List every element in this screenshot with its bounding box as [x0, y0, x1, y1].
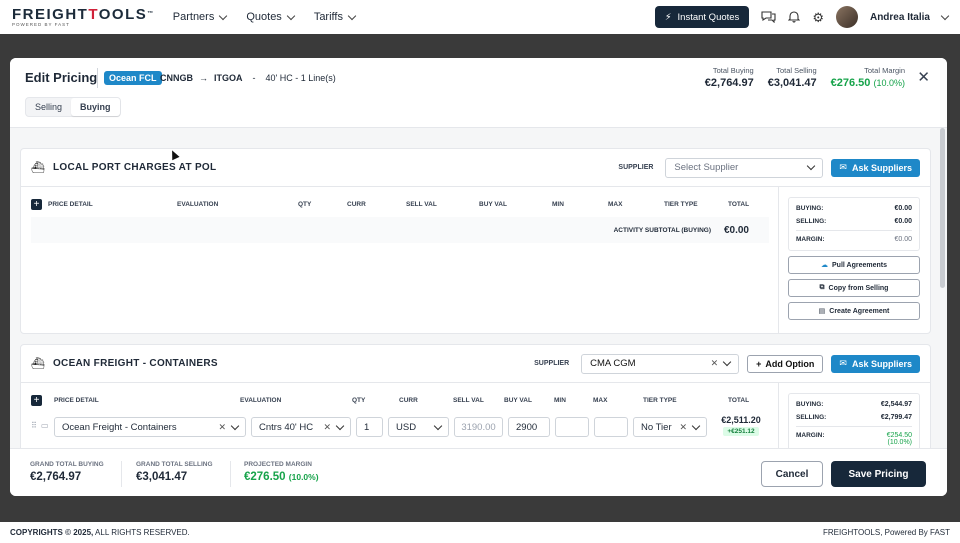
- grand-total-buying: GRAND TOTAL BUYING €2,764.97: [30, 461, 104, 483]
- clear-icon[interactable]: ✕: [711, 358, 719, 369]
- modal-title: Edit Pricing: [25, 70, 98, 85]
- arrow-right-icon: →: [199, 73, 208, 83]
- supplier-select[interactable]: Select Supplier: [665, 157, 824, 178]
- equipment-lines: 40' HC - 1 Line(s): [265, 73, 336, 83]
- price-grid: + PRICE DETAIL EVALUATION QTY CURR SELL …: [21, 187, 779, 333]
- nav-tariffs[interactable]: Tariffs: [314, 11, 357, 23]
- currency-select[interactable]: USD: [388, 417, 449, 437]
- section-local-port-charges: ⛴ LOCAL PORT CHARGES AT POL SUPPLIER Sel…: [20, 148, 931, 334]
- chevron-down-icon: [230, 421, 240, 430]
- supplier-label: SUPPLIER: [534, 360, 570, 367]
- summary-panel: BUYING: €2,544.97 SELLING: €2,799.47 MARGI…: [788, 393, 920, 448]
- nav-partners[interactable]: Partners: [173, 11, 228, 23]
- gear-icon[interactable]: ⚙: [812, 11, 824, 24]
- buy-value-input[interactable]: 2900: [508, 417, 550, 437]
- chevron-down-icon: [807, 161, 816, 171]
- max-input[interactable]: [594, 417, 628, 437]
- price-detail-select[interactable]: Ocean Freight - Containers ✕: [54, 417, 246, 437]
- avatar[interactable]: [835, 6, 858, 28]
- section-ocean-freight: ⛴ OCEAN FREIGHT - CONTAINERS SUPPLIER CM…: [20, 344, 931, 448]
- ask-suppliers-button[interactable]: ✉ Ask Suppliers: [831, 158, 920, 177]
- chevron-down-icon: [691, 421, 701, 430]
- drag-handle-icon[interactable]: ⠿: [31, 421, 37, 430]
- qty-input[interactable]: 1: [356, 417, 383, 437]
- close-icon[interactable]: ✕: [917, 68, 930, 86]
- grand-total-selling: GRAND TOTAL SELLING €3,041.47: [136, 461, 213, 483]
- modal-header: Edit Pricing Ocean FCL CNNGB → ITGOA - 4…: [10, 58, 947, 128]
- origin-code: CNNGB: [160, 73, 193, 83]
- user-name[interactable]: Andrea Italia: [870, 12, 930, 23]
- mail-icon: ✉: [839, 358, 847, 368]
- ship-icon: ⛴: [31, 358, 45, 370]
- clear-icon[interactable]: ✕: [679, 422, 687, 433]
- logo[interactable]: FREIGHTTOOLS™ POWERED BY FAST: [12, 7, 155, 28]
- top-navbar: FREIGHTTOOLS™ POWERED BY FAST Partners Q…: [0, 0, 960, 34]
- tab-buying[interactable]: Buying: [71, 98, 120, 116]
- margin-badge: +€251.12: [723, 427, 759, 436]
- divider: [121, 461, 122, 487]
- save-pricing-button[interactable]: Save Pricing: [831, 461, 926, 487]
- scrollbar[interactable]: [940, 128, 945, 288]
- supplier-select[interactable]: CMA CGM ✕: [581, 353, 740, 374]
- chevron-down-icon: [335, 421, 345, 430]
- nav-quotes[interactable]: Quotes: [246, 11, 296, 23]
- modal-footer: GRAND TOTAL BUYING €2,764.97 GRAND TOTAL…: [10, 448, 947, 496]
- copy-icon: ⧉: [819, 284, 825, 291]
- comment-icon[interactable]: ▭: [41, 421, 49, 430]
- clear-icon[interactable]: ✕: [218, 422, 226, 433]
- cloud-download-icon: ☁: [821, 262, 828, 269]
- route-info: CNNGB → ITGOA - 40' HC - 1 Line(s): [160, 73, 336, 83]
- chevron-down-icon: [433, 421, 443, 430]
- price-grid: + PRICE DETAIL EVALUATION QTY CURR SELL …: [21, 383, 779, 448]
- bell-icon[interactable]: [787, 10, 801, 25]
- plus-icon: +: [756, 358, 762, 369]
- ask-suppliers-button[interactable]: ✉ Ask Suppliers: [831, 354, 920, 373]
- mode-badge: Ocean FCL: [104, 71, 162, 85]
- activity-subtotal-row: ACTIVITY SUBTOTAL (BUYING) €0.00: [31, 217, 769, 243]
- header-totals: Total Buying €2,764.97 Total Selling €3,…: [705, 66, 905, 89]
- edit-pricing-modal: Edit Pricing Ocean FCL CNNGB → ITGOA - 4…: [10, 58, 947, 496]
- summary-panel: BUYING: €0.00 SELLING: €0.00 MARGIN: €0.00 …: [788, 197, 920, 320]
- section-title: LOCAL PORT CHARGES AT POL: [52, 162, 217, 173]
- copy-from-selling-button[interactable]: ⧉ Copy from Selling: [788, 279, 920, 297]
- cancel-button[interactable]: Cancel: [761, 461, 823, 487]
- section-title: OCEAN FREIGHT - CONTAINERS: [52, 358, 218, 369]
- chevron-down-icon: [219, 11, 228, 20]
- chevron-down-icon: [722, 357, 732, 367]
- pricing-tabs: Selling Buying: [25, 97, 121, 117]
- document-icon: ▤: [818, 308, 826, 315]
- total-buying: Total Buying €2,764.97: [704, 66, 754, 89]
- mail-icon: ✉: [839, 162, 847, 172]
- evaluation-select[interactable]: Cntrs 40' HC ✕: [251, 417, 351, 437]
- divider: [230, 461, 231, 487]
- create-agreement-button[interactable]: ▤ Create Agreement: [788, 302, 920, 320]
- row-total: €2,511.20 +€251.12: [721, 415, 761, 436]
- supplier-label: SUPPLIER: [618, 164, 654, 171]
- modal-body: ⛴ LOCAL PORT CHARGES AT POL SUPPLIER Sel…: [10, 128, 947, 448]
- lightning-icon: ⚡: [664, 11, 672, 23]
- tab-selling[interactable]: Selling: [26, 98, 71, 116]
- chevron-down-icon: [286, 11, 296, 20]
- ship-icon: ⛴: [31, 162, 45, 174]
- divider: [97, 68, 98, 88]
- plus-icon[interactable]: +: [31, 395, 42, 406]
- total-selling: Total Selling €3,041.47: [767, 66, 817, 89]
- pull-agreements-button[interactable]: ☁ Pull Agreements: [788, 256, 920, 274]
- footer-brand: FREIGHTOOLS, Powered By FAST: [823, 528, 950, 537]
- plus-icon[interactable]: +: [31, 199, 42, 210]
- clear-icon[interactable]: ✕: [323, 422, 331, 433]
- destination-code: ITGOA: [214, 73, 243, 83]
- projected-margin: PROJECTED MARGIN €276.50 (10.0%): [244, 461, 319, 483]
- page-footer: COPYRIGHTS © 2025, ALL RIGHTS RESERVED. …: [0, 522, 960, 543]
- add-option-button[interactable]: + Add Option: [747, 354, 824, 373]
- min-input[interactable]: [555, 417, 589, 437]
- total-margin: Total Margin €276.50 (10.0%): [830, 66, 905, 89]
- sell-value-input: 3190.00: [454, 417, 503, 437]
- chat-icon[interactable]: [761, 10, 776, 25]
- instant-quotes-button[interactable]: ⚡ Instant Quotes: [654, 6, 750, 28]
- chevron-down-icon: [347, 11, 357, 20]
- chevron-down-icon[interactable]: [940, 11, 950, 20]
- tier-type-select[interactable]: No Tier ✕: [633, 417, 707, 437]
